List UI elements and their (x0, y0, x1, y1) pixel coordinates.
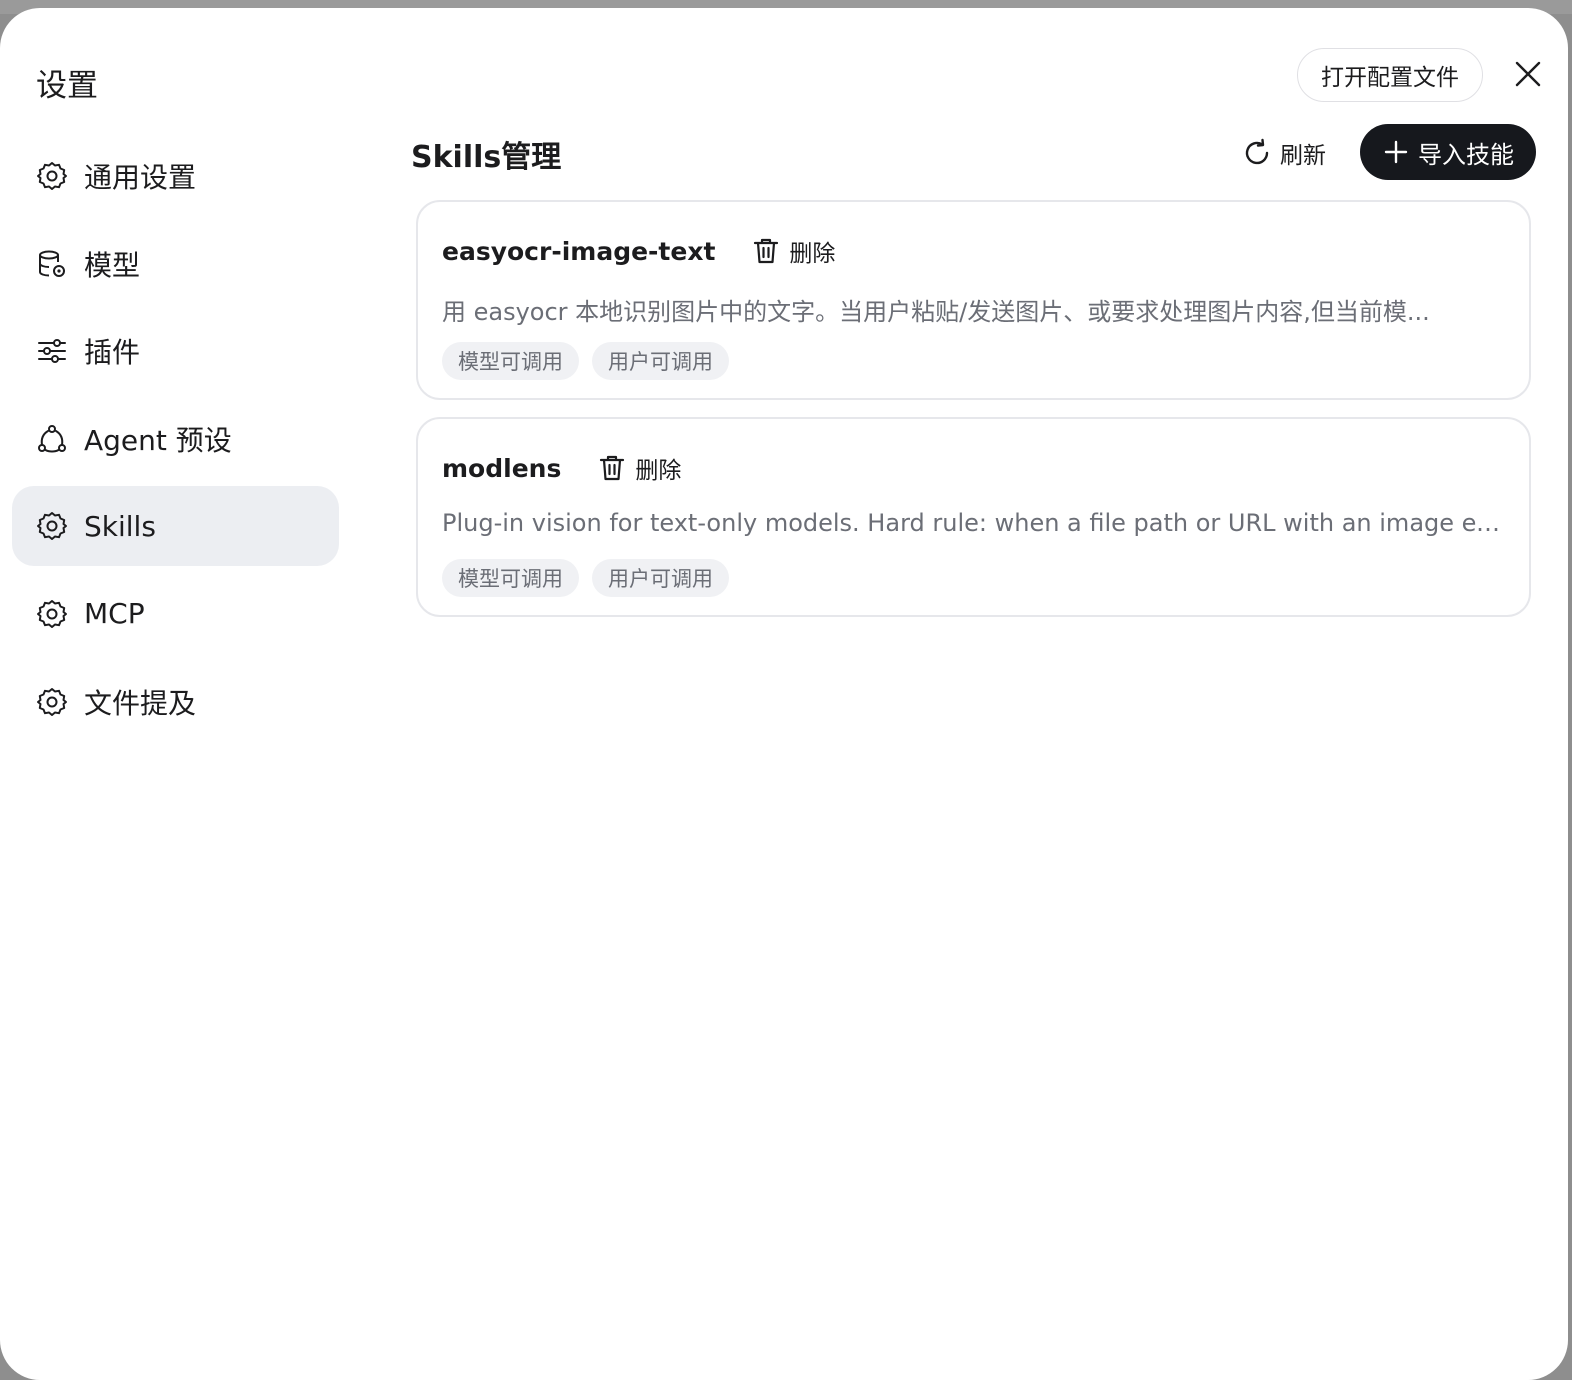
settings-dialog: 设置 打开配置文件 通用设置 模型 插件 Agent 预设 Skills MCP… (0, 8, 1568, 1380)
page-title: Skills管理 (411, 140, 562, 175)
close-button[interactable] (1508, 56, 1548, 96)
import-skill-button[interactable]: 导入技能 (1360, 124, 1536, 180)
sidebar-nav: 通用设置 模型 插件 Agent 预设 Skills MCP 文件提及 (12, 136, 339, 749)
trash-icon (597, 453, 627, 483)
import-label: 导入技能 (1418, 140, 1514, 169)
delete-label: 删除 (789, 241, 836, 267)
skill-header: modlens 删除 (442, 447, 681, 489)
gear-icon (36, 160, 68, 192)
close-icon (1515, 61, 1541, 91)
skill-card: easyocr-image-text 删除 用 easyocr 本地识别图片中的… (416, 200, 1531, 400)
delete-skill-button[interactable]: 删除 (751, 234, 835, 268)
database-gear-icon (36, 248, 68, 280)
tag-model-callable: 模型可调用 (442, 342, 579, 380)
sidebar-item-file-mentions[interactable]: 文件提及 (12, 662, 339, 742)
trash-icon (751, 236, 781, 266)
sliders-icon (36, 335, 68, 367)
tag-user-callable: 用户可调用 (592, 559, 729, 597)
delete-skill-button[interactable]: 删除 (597, 451, 681, 485)
tag-model-callable: 模型可调用 (442, 559, 579, 597)
sidebar-item-label: 模型 (84, 248, 141, 282)
delete-label: 删除 (635, 458, 682, 484)
sidebar-item-plugins[interactable]: 插件 (12, 311, 339, 391)
skill-name: modlens (442, 453, 562, 483)
sidebar-item-agent-presets[interactable]: Agent 预设 (12, 399, 339, 479)
sidebar-item-models[interactable]: 模型 (12, 224, 339, 304)
sidebar-item-mcp[interactable]: MCP (12, 574, 339, 654)
sidebar-item-label: 文件提及 (84, 686, 197, 720)
sidebar-item-label: 插件 (84, 336, 141, 370)
refresh-icon (1240, 136, 1274, 170)
skill-name: easyocr-image-text (442, 236, 716, 266)
skill-tags: 模型可调用 用户可调用 (442, 559, 742, 597)
sidebar-item-label: MCP (84, 597, 145, 631)
open-config-button[interactable]: 打开配置文件 (1297, 48, 1483, 102)
skill-card: modlens 删除 Plug-in vision for text-only … (416, 417, 1531, 617)
tag-user-callable: 用户可调用 (592, 342, 729, 380)
gear-icon (36, 598, 68, 630)
refresh-label: 刷新 (1280, 143, 1326, 169)
dialog-title: 设置 (36, 68, 98, 104)
skill-tags: 模型可调用 用户可调用 (442, 342, 742, 380)
agent-nodes-icon (36, 423, 68, 455)
gear-icon (36, 510, 68, 542)
sidebar-item-label: Skills (84, 509, 156, 543)
plus-icon (1382, 138, 1410, 166)
gear-icon (36, 686, 68, 718)
refresh-button[interactable]: 刷新 (1240, 130, 1326, 176)
sidebar-item-skills[interactable]: Skills (12, 486, 339, 567)
skill-header: easyocr-image-text 删除 (442, 230, 835, 272)
skill-description: Plug-in vision for text-only models. Har… (442, 509, 1508, 537)
sidebar-item-label: 通用设置 (84, 161, 197, 194)
skill-description: 用 easyocr 本地识别图片中的文字。当用户粘贴/发送图片、或要求处理图片内… (442, 298, 1430, 326)
sidebar-item-general[interactable]: 通用设置 (12, 136, 339, 216)
sidebar-item-label: Agent 预设 (84, 423, 232, 457)
